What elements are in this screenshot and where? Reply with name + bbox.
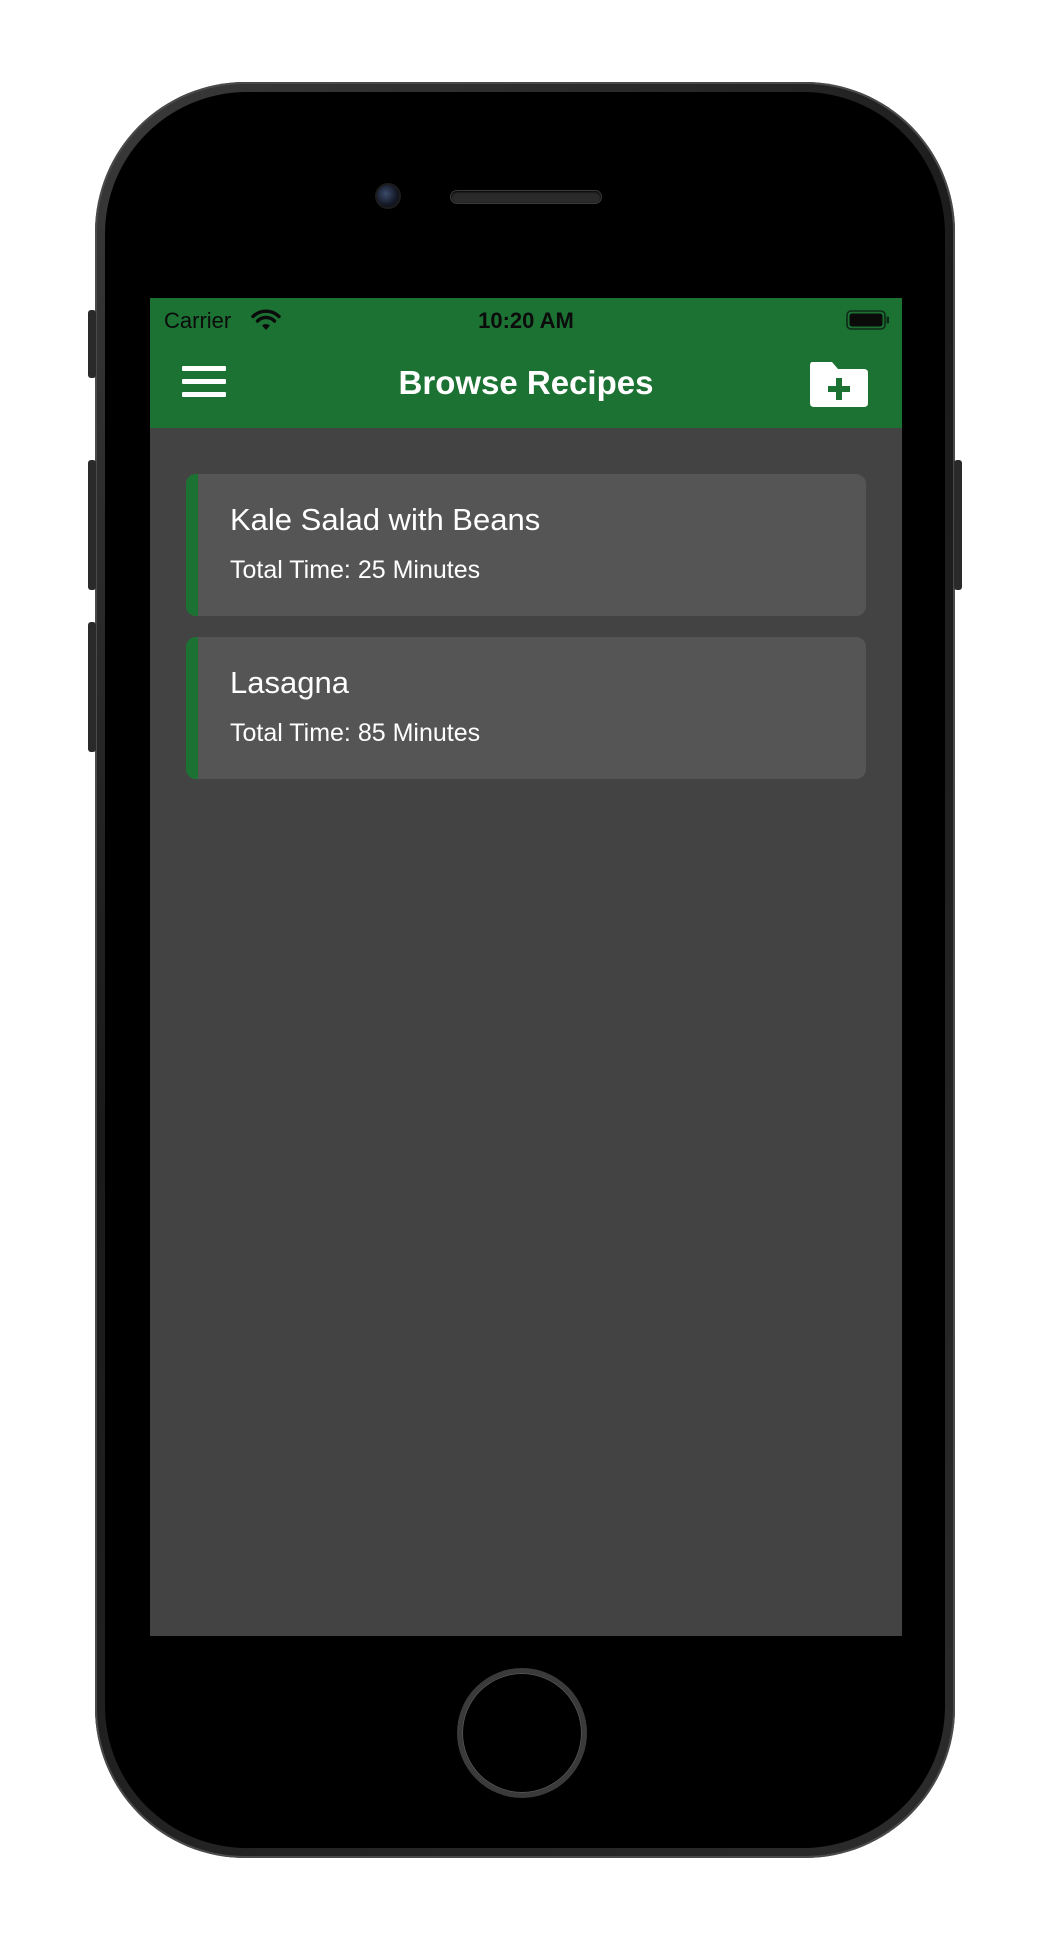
recipe-total-time: Total Time: 85 Minutes [230, 719, 481, 747]
recipe-name: Lasagna [230, 665, 349, 700]
volume-down-button [88, 622, 96, 752]
battery-full-icon [846, 310, 889, 330]
recipe-total-time: Total Time: 25 Minutes [230, 556, 481, 584]
power-button [954, 460, 962, 590]
status-time: 10:20 AM [478, 308, 574, 333]
recipe-card[interactable]: Kale Salad with Beans Total Time: 25 Min… [186, 474, 866, 616]
app-screen: Carrier 10:20 AM Browse Recipes Kale Sal… [150, 298, 902, 1636]
recipe-list: Kale Salad with Beans Total Time: 25 Min… [186, 474, 866, 800]
home-button[interactable] [457, 1668, 587, 1798]
earpiece-speaker [451, 191, 601, 203]
recipe-card-accent [186, 637, 198, 779]
navigation-bar: Browse Recipes [150, 344, 902, 428]
status-bar: Carrier 10:20 AM [150, 298, 902, 344]
front-camera [377, 185, 399, 207]
page-title: Browse Recipes [398, 364, 654, 401]
mute-switch [88, 310, 96, 378]
volume-up-button [88, 460, 96, 590]
folder-plus-icon[interactable] [808, 360, 870, 408]
recipe-name: Kale Salad with Beans [230, 502, 541, 537]
recipe-card-accent [186, 474, 198, 616]
recipe-card[interactable]: Lasagna Total Time: 85 Minutes [186, 637, 866, 779]
